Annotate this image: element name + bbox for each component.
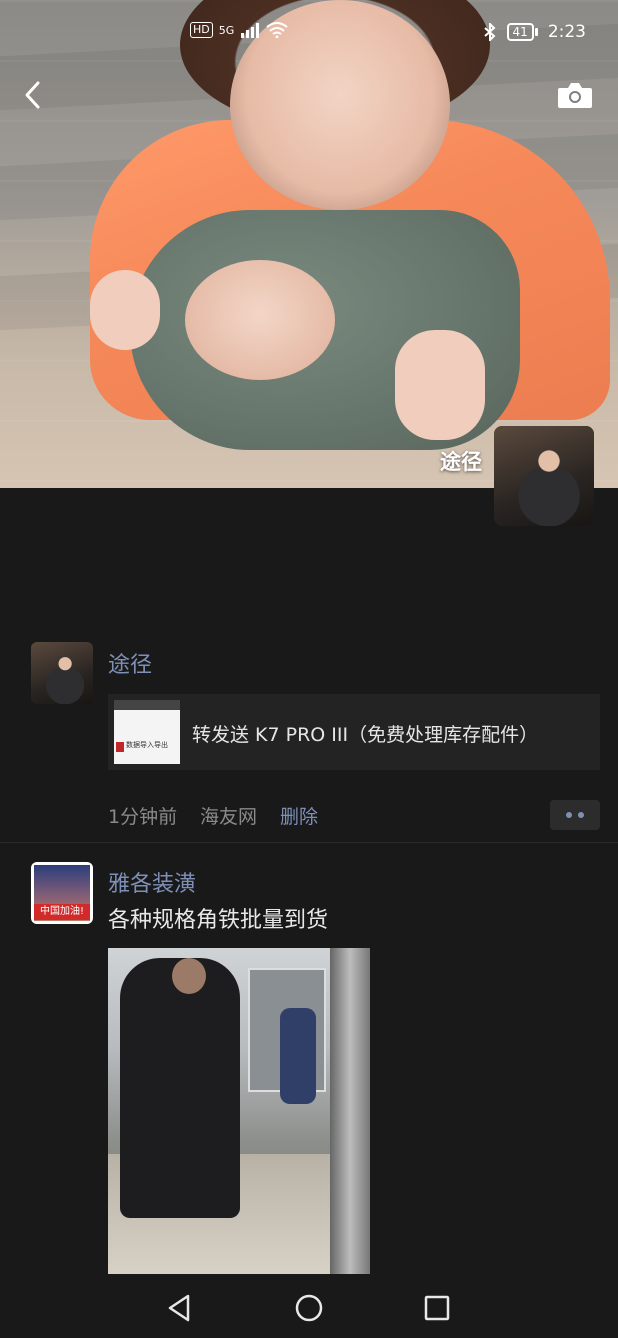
clock: 2:23 bbox=[547, 22, 586, 42]
bluetooth-icon bbox=[483, 23, 495, 41]
post-time: 1分钟前 bbox=[108, 806, 178, 828]
chevron-left-icon[interactable] bbox=[18, 78, 48, 112]
avatar-caption: 中国加油! bbox=[34, 904, 90, 920]
more-dots-icon[interactable] bbox=[550, 800, 600, 830]
shared-link-thumbnail: 数据导入导出 bbox=[114, 700, 180, 764]
battery-level: 41 bbox=[506, 23, 534, 41]
shared-link-card[interactable]: 数据导入导出 转发送 K7 PRO III（免费处理库存配件） bbox=[108, 694, 600, 770]
post-author-name[interactable]: 雅各装潢 bbox=[108, 866, 196, 898]
cover-photo[interactable] bbox=[0, 0, 618, 488]
post-author-avatar[interactable]: 中国加油! bbox=[31, 862, 93, 924]
signal-icon bbox=[241, 23, 260, 38]
shared-link-title: 转发送 K7 PRO III（免费处理库存配件） bbox=[192, 724, 539, 746]
delete-button[interactable]: 删除 bbox=[280, 802, 318, 829]
post-text: 各种规格角铁批量到货 bbox=[108, 908, 329, 933]
post-divider bbox=[0, 842, 618, 843]
owner-avatar[interactable] bbox=[494, 426, 594, 526]
post-author-name[interactable]: 途径 bbox=[108, 647, 152, 679]
owner-name[interactable]: 途径 bbox=[390, 446, 482, 476]
thumbnail-text: 数据导入导出 bbox=[126, 741, 168, 749]
post-author-avatar[interactable] bbox=[31, 642, 93, 704]
camera-icon[interactable] bbox=[556, 80, 594, 110]
triangle-back-icon[interactable] bbox=[162, 1290, 198, 1326]
post-image[interactable] bbox=[108, 948, 370, 1274]
circle-home-icon[interactable] bbox=[291, 1290, 327, 1326]
battery-indicator: 41 bbox=[506, 23, 538, 41]
system-nav-bar bbox=[0, 1280, 618, 1338]
status-bar: HD 5G 41 2:23 bbox=[0, 18, 618, 52]
hd-badge: HD bbox=[190, 22, 213, 38]
square-recent-icon[interactable] bbox=[419, 1290, 455, 1326]
network-label: 5G bbox=[218, 23, 235, 37]
post-source[interactable]: 海友网 bbox=[200, 802, 257, 829]
wifi-icon bbox=[266, 22, 288, 38]
